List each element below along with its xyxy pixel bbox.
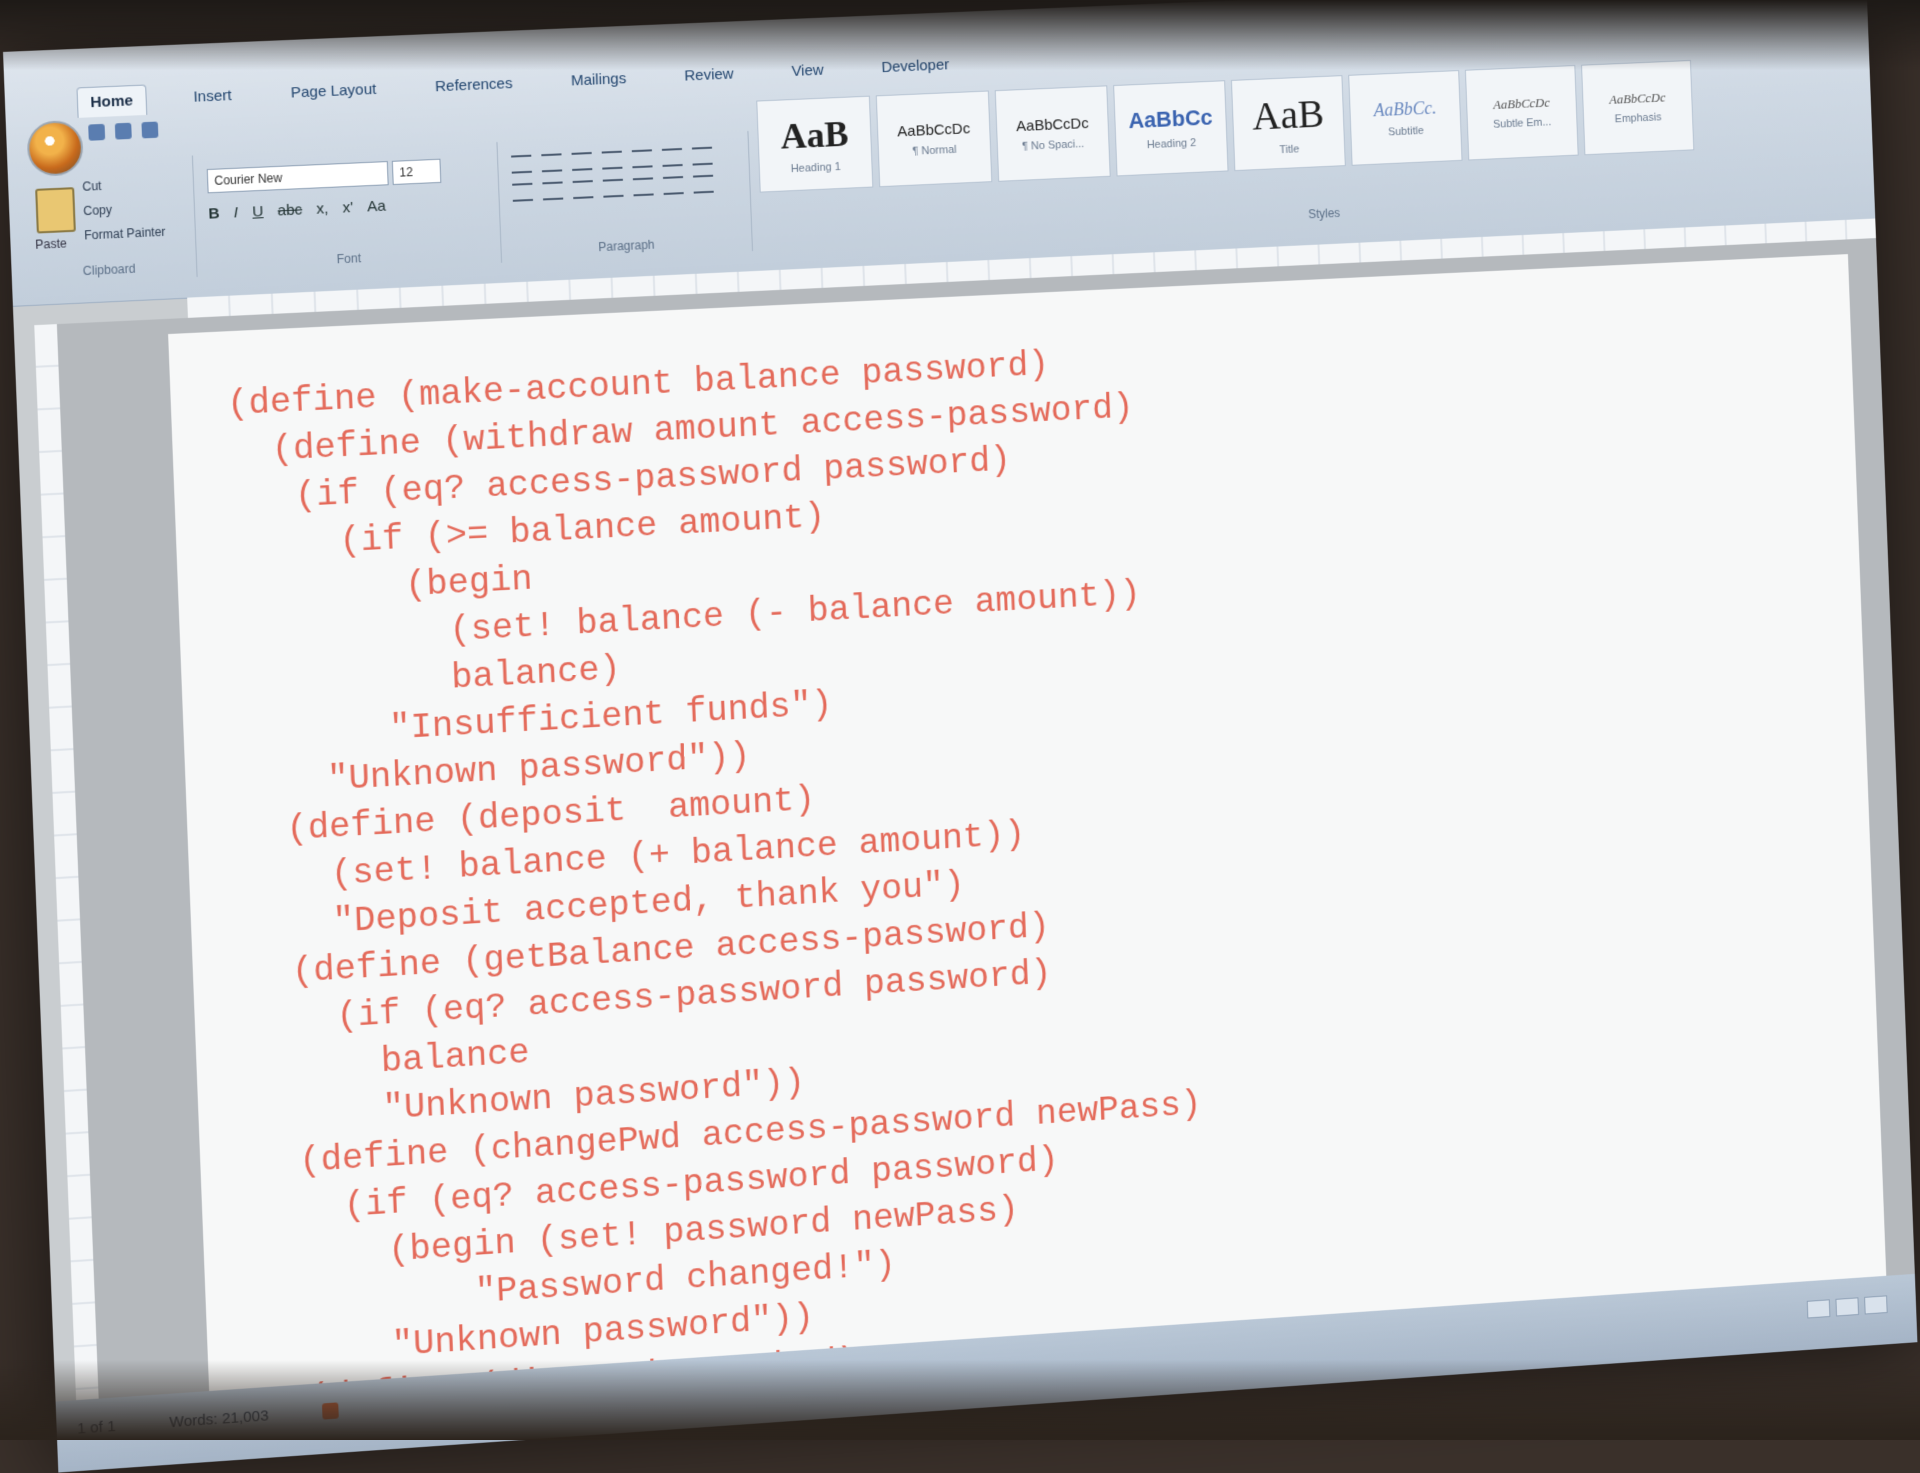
style-title[interactable]: AaB Title [1231, 75, 1346, 171]
code-listing[interactable]: (define (make-account balance password) … [226, 335, 1235, 1473]
superscript-button[interactable]: x' [342, 199, 353, 217]
style-sample: AaBbCcDc [897, 120, 970, 140]
subscript-button[interactable]: x, [316, 200, 329, 218]
word-count[interactable]: Words: 21,003 [169, 1407, 269, 1431]
sort-icon[interactable] [662, 148, 683, 167]
pilcrow-icon[interactable] [692, 147, 713, 166]
quick-access-toolbar [88, 122, 158, 141]
redo-icon[interactable] [141, 122, 158, 139]
multilevel-list-icon[interactable] [572, 152, 593, 171]
numbering-icon[interactable] [541, 153, 562, 172]
styles-group: AaB Heading 1 AaBbCcDc ¶ Normal AaBbCcDc… [757, 82, 1874, 251]
tab-insert[interactable]: Insert [181, 80, 245, 113]
tab-mailings[interactable]: Mailings [558, 64, 639, 98]
line-spacing-icon[interactable] [633, 177, 654, 196]
tab-review[interactable]: Review [672, 59, 746, 92]
paste-icon[interactable] [35, 187, 76, 233]
style-sample: AaBbCc [1128, 105, 1213, 135]
italic-button[interactable]: I [233, 204, 238, 221]
proofing-icon[interactable] [322, 1402, 339, 1419]
tab-references[interactable]: References [422, 68, 525, 103]
style-sample: AaBbCcDc [1016, 115, 1089, 135]
style-normal[interactable]: AaBbCcDc ¶ Normal [876, 90, 993, 187]
font-format-buttons: B I U abc x, x' Aa [208, 197, 386, 222]
shading-icon[interactable] [663, 176, 684, 195]
font-group: Courier New 12 B I U abc x, x' Aa Font [192, 142, 502, 277]
full-screen-icon[interactable] [1835, 1297, 1859, 1316]
projected-screen: Home Insert Page Layout References Maili… [3, 0, 1917, 1473]
style-sample: AaBbCcDc [1493, 95, 1550, 113]
decrease-indent-icon[interactable] [602, 151, 623, 170]
style-name: ¶ Normal [912, 143, 956, 157]
page-indicator[interactable]: 1 of 1 [77, 1418, 116, 1438]
align-center-icon[interactable] [542, 181, 563, 200]
clipboard-group-label: Clipboard [22, 259, 197, 281]
style-name: ¶ No Spaci... [1022, 138, 1084, 153]
paragraph-group: Paragraph [496, 131, 753, 263]
style-name: Heading 2 [1147, 137, 1197, 151]
bold-button[interactable]: B [208, 205, 220, 223]
borders-icon[interactable] [693, 175, 714, 194]
align-right-icon[interactable] [573, 180, 594, 199]
style-sample: AaBbCc. [1373, 97, 1437, 121]
print-layout-icon[interactable] [1807, 1299, 1831, 1318]
justify-icon[interactable] [603, 179, 624, 198]
clipboard-group: Paste Cut Copy Format Painter Clipboard [18, 155, 198, 285]
style-name: Emphasis [1615, 111, 1662, 125]
change-case-button[interactable]: Aa [367, 197, 386, 215]
underline-button[interactable]: U [252, 203, 264, 221]
view-buttons [1807, 1295, 1888, 1318]
paragraph-buttons [511, 146, 720, 201]
bullets-icon[interactable] [511, 155, 532, 174]
tab-developer[interactable]: Developer [869, 50, 962, 84]
style-no-spacing[interactable]: AaBbCcDc ¶ No Spaci... [995, 85, 1111, 181]
style-sample: AaB [780, 113, 849, 158]
style-name: Subtle Em... [1493, 116, 1551, 130]
font-group-label: Font [196, 245, 501, 273]
style-name: Title [1279, 143, 1299, 156]
copy-button[interactable]: Copy [83, 195, 165, 223]
align-left-icon[interactable] [512, 183, 533, 202]
paste-button[interactable]: Paste [35, 236, 67, 252]
style-emphasis[interactable]: AaBbCcDc Emphasis [1581, 60, 1694, 155]
style-name: Heading 1 [791, 161, 841, 175]
style-sample: AaB [1251, 89, 1324, 139]
save-icon[interactable] [88, 124, 105, 141]
tab-home[interactable]: Home [76, 85, 147, 118]
clipboard-items: Cut Copy Format Painter [82, 171, 166, 248]
style-heading-1[interactable]: AaB Heading 1 [756, 96, 873, 193]
strikethrough-button[interactable]: abc [277, 201, 302, 219]
style-subtitle[interactable]: AaBbCc. Subtitle [1348, 70, 1462, 166]
tab-page-layout[interactable]: Page Layout [278, 74, 389, 109]
web-layout-icon[interactable] [1864, 1295, 1888, 1314]
style-subtle-emphasis[interactable]: AaBbCcDc Subtle Em... [1465, 65, 1579, 161]
tab-view[interactable]: View [779, 55, 836, 87]
increase-indent-icon[interactable] [632, 149, 653, 168]
style-sample: AaBbCcDc [1609, 90, 1666, 108]
cut-button[interactable]: Cut [82, 171, 164, 199]
font-size-select[interactable]: 12 [392, 159, 442, 185]
format-painter-button[interactable]: Format Painter [84, 220, 166, 248]
font-name-select[interactable]: Courier New [207, 161, 389, 193]
undo-icon[interactable] [115, 123, 132, 140]
style-heading-2[interactable]: AaBbCc Heading 2 [1113, 80, 1228, 176]
style-name: Subtitle [1388, 124, 1424, 137]
paragraph-group-label: Paragraph [500, 233, 751, 259]
